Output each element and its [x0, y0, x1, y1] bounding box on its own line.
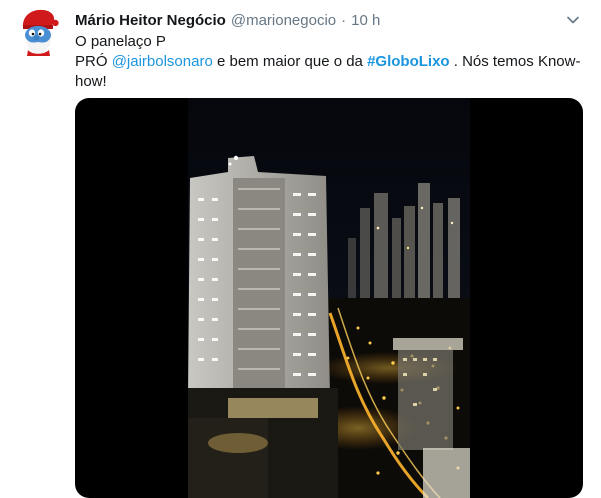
papa-smurf-avatar-icon: [14, 6, 64, 56]
video-player[interactable]: [75, 98, 583, 498]
video-frame: [188, 98, 470, 498]
tweet-card[interactable]: Mário Heitor Negócio @marionegocio · 10 …: [0, 0, 601, 498]
tweet-menu-button[interactable]: [565, 12, 581, 28]
tweet-header: Mário Heitor Negócio @marionegocio · 10 …: [75, 11, 561, 31]
night-city-video-thumbnail: [188, 155, 470, 498]
timestamp[interactable]: 10 h: [351, 11, 380, 31]
tweet-text: O panelaço P PRÓ @jairbolsonaro e bem ma…: [75, 32, 585, 92]
hashtag-link[interactable]: #GloboLixo: [367, 53, 450, 70]
chevron-down-icon: [567, 16, 579, 24]
tweet-text-line-1: O panelaço P: [75, 33, 166, 50]
avatar[interactable]: [14, 6, 64, 56]
mention-link[interactable]: @jairbolsonaro: [112, 53, 213, 70]
separator: ·: [341, 12, 347, 29]
tweet-text-middle: e bem maior que o da: [212, 53, 368, 70]
tweet-text-prefix: PRÓ: [75, 53, 112, 70]
author-name[interactable]: Mário Heitor Negócio: [75, 11, 226, 31]
author-handle[interactable]: @marionegocio: [231, 11, 336, 31]
